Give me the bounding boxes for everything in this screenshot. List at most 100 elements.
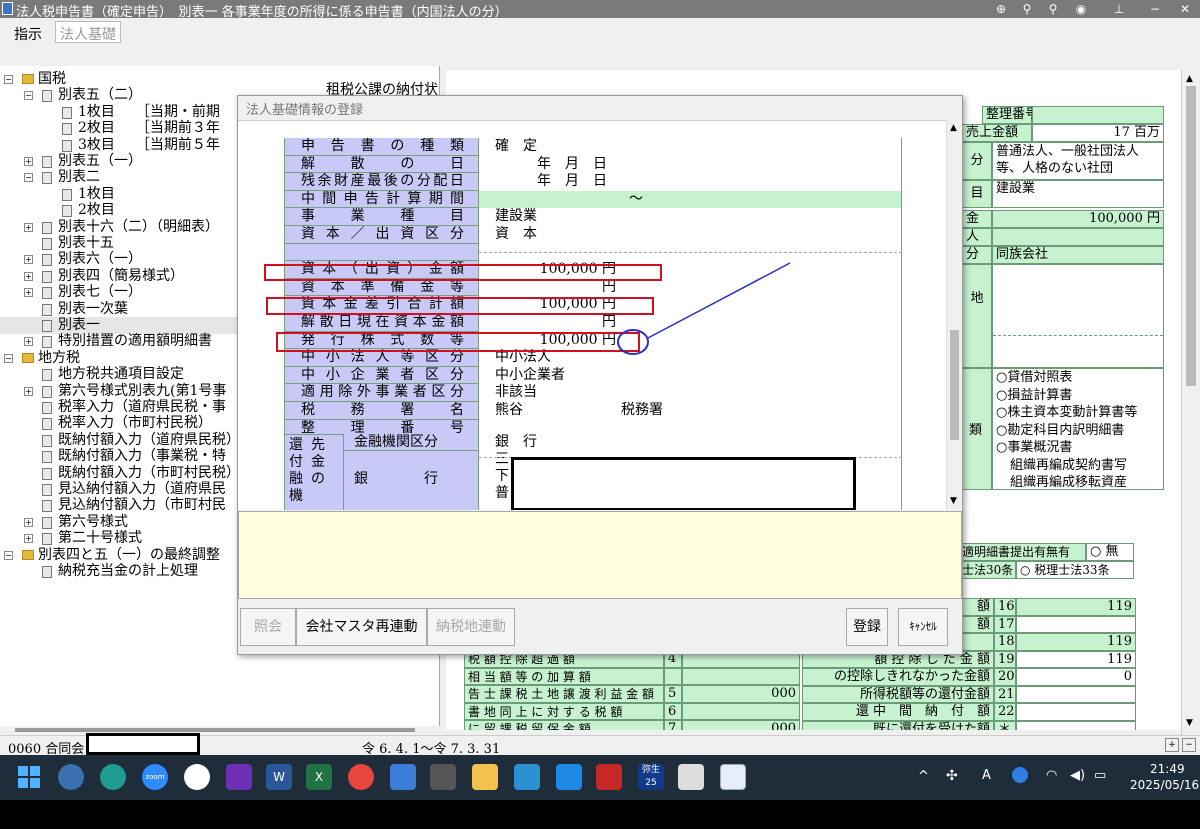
chrome-icon[interactable]	[348, 764, 374, 790]
tree-item-label: 別表十五	[58, 235, 114, 251]
register-button[interactable]: 登録	[846, 608, 888, 646]
expand-icon[interactable]: +	[24, 157, 33, 166]
tree-item-label: 別表五（二）	[58, 87, 142, 104]
windows-start-icon[interactable]	[16, 764, 42, 790]
attached-doc-item[interactable]: ○勘定科目内訳明細書	[996, 422, 1160, 440]
shihon-value[interactable]: 100,000 円	[992, 210, 1164, 228]
zoom-in-status-icon[interactable]: +	[1165, 738, 1179, 752]
right-line-value[interactable]: 119	[1016, 598, 1136, 616]
speaker-icon[interactable]: ◀)	[1070, 768, 1085, 783]
wifi-icon[interactable]: ◠	[1046, 768, 1057, 783]
pin-icon[interactable]: ⊥	[1110, 1, 1128, 17]
dozoku-value[interactable]: 同族会社	[992, 246, 1164, 264]
collapse-icon[interactable]: −	[4, 75, 13, 84]
scroll-thumb[interactable]	[950, 330, 959, 440]
collapse-icon[interactable]: −	[24, 173, 33, 183]
find-icon[interactable]: ⚲	[1018, 1, 1036, 17]
meisai-mu[interactable]: ○ 無	[1086, 543, 1134, 561]
expand-icon[interactable]: +	[24, 534, 33, 544]
scroll-down-icon[interactable]: ▼	[950, 496, 957, 506]
expand-icon[interactable]: +	[24, 517, 33, 527]
right-line-value[interactable]	[1016, 720, 1136, 730]
acrobat-icon[interactable]	[596, 764, 622, 790]
word-icon[interactable]: W	[266, 764, 292, 790]
app-red-dots-icon[interactable]	[184, 764, 210, 790]
tree-item-label: 第六号様式別表九(第1号事	[58, 382, 227, 399]
attached-doc-item[interactable]: ○事業概況書	[996, 439, 1160, 457]
record-icon[interactable]: ◉	[1072, 1, 1090, 17]
expand-icon[interactable]: +	[24, 271, 33, 281]
search-icon[interactable]: ⚲	[1044, 1, 1062, 17]
folder-icon	[22, 74, 34, 84]
scroll-up-icon[interactable]: ▲	[950, 123, 957, 133]
nozeichi-value[interactable]	[992, 264, 1164, 368]
nozeichi-link-button[interactable]: 納税地連動	[427, 608, 515, 646]
attached-doc-item[interactable]: ○損益計算書	[996, 387, 1160, 405]
edge-icon[interactable]	[100, 764, 126, 790]
expand-icon[interactable]: +	[24, 288, 33, 298]
battery-icon[interactable]: ▭	[1094, 768, 1106, 783]
attached-doc-item[interactable]: ○貸借対照表	[996, 369, 1160, 387]
right-line-value[interactable]: 119	[1016, 650, 1136, 668]
menu-hojin-kiso[interactable]: 法人基礎	[55, 21, 121, 43]
left-line-value[interactable]: 000	[682, 685, 800, 703]
mail-icon[interactable]	[390, 764, 416, 790]
right-line-value[interactable]	[1016, 615, 1136, 633]
seiri-value[interactable]	[1032, 106, 1164, 124]
attached-doc-item[interactable]: 組織再編成移転資産	[996, 474, 1160, 492]
right-line-value[interactable]: 119	[1016, 633, 1136, 651]
ime-indicator[interactable]: A	[982, 768, 991, 783]
clock-time[interactable]: 21:49	[1150, 762, 1185, 776]
app-window-icon[interactable]	[678, 764, 704, 790]
app-arrow-icon[interactable]	[556, 764, 582, 790]
page-icon	[42, 500, 52, 513]
right-line-value[interactable]	[1016, 685, 1136, 703]
expand-icon[interactable]: +	[24, 255, 33, 265]
menu-instruction[interactable]: 指示	[14, 24, 42, 44]
zoom-icon[interactable]: zoom	[142, 764, 168, 790]
app-gray-icon[interactable]	[430, 764, 456, 790]
uriage-value[interactable]: 17 百万	[1032, 124, 1164, 142]
zoom-in-icon[interactable]: ⊕	[992, 1, 1010, 17]
close-icon[interactable]: ✕	[1176, 1, 1194, 17]
right-line-value[interactable]: 0	[1016, 668, 1136, 686]
right-scrollbar[interactable]: ▲ ▼	[1181, 70, 1200, 735]
collapse-icon[interactable]: −	[24, 91, 33, 101]
dialog-scrollbar[interactable]: ▲ ▼	[946, 120, 962, 510]
browser-globe-icon[interactable]	[58, 764, 84, 790]
zoom-out-status-icon[interactable]: −	[1182, 738, 1196, 752]
shokai-button[interactable]: 照会	[240, 608, 296, 646]
cancel-button[interactable]: ｷｬﾝｾﾙ	[898, 608, 948, 646]
left-line-value[interactable]	[682, 667, 800, 685]
tree-item-label: 見込納付額入力（市町村民	[58, 497, 226, 514]
app-purple-icon[interactable]	[226, 764, 252, 790]
right-line-value[interactable]	[1016, 703, 1136, 721]
yayoi-icon[interactable]: 弥生25	[638, 764, 664, 790]
hojin-kubun-value[interactable]: 普通法人、一般社団法人等、人格のない社団	[992, 142, 1164, 180]
collapse-icon[interactable]: −	[4, 550, 13, 560]
collapse-icon[interactable]: −	[4, 353, 13, 363]
tree-hscroll[interactable]	[0, 726, 445, 735]
jigyo-value[interactable]: 建設業	[992, 180, 1164, 208]
left-line-value[interactable]	[682, 702, 800, 720]
expand-icon[interactable]: +	[24, 337, 33, 347]
expand-icon[interactable]: +	[24, 386, 33, 396]
left-line-value[interactable]: 000	[682, 720, 800, 730]
page-icon	[42, 369, 52, 382]
minimize-icon[interactable]: −	[1146, 1, 1164, 17]
clock-date[interactable]: 2025/05/16	[1130, 778, 1199, 792]
dropbox-icon[interactable]: ✣	[946, 768, 958, 784]
attached-doc-item[interactable]: ○株主資本変動計算書等	[996, 404, 1160, 422]
excel-icon[interactable]: X	[306, 764, 332, 790]
app-blue-icon[interactable]	[514, 764, 540, 790]
file-explorer-icon[interactable]	[472, 764, 498, 790]
attached-doc-item[interactable]: 組織再編成契約書写	[996, 457, 1160, 475]
expand-icon[interactable]: +	[24, 222, 33, 232]
shiho33[interactable]: ○ 税理士法33条	[1016, 561, 1134, 579]
app-doc-icon[interactable]	[720, 764, 746, 790]
tree-item-label: 別表一次葉	[58, 300, 128, 317]
hito-value[interactable]	[992, 228, 1164, 246]
company-master-relink-button[interactable]: 会社マスタ再連動	[296, 608, 427, 646]
onedrive-icon[interactable]	[1012, 767, 1028, 783]
tray-chevron-icon[interactable]: ^	[918, 769, 929, 784]
